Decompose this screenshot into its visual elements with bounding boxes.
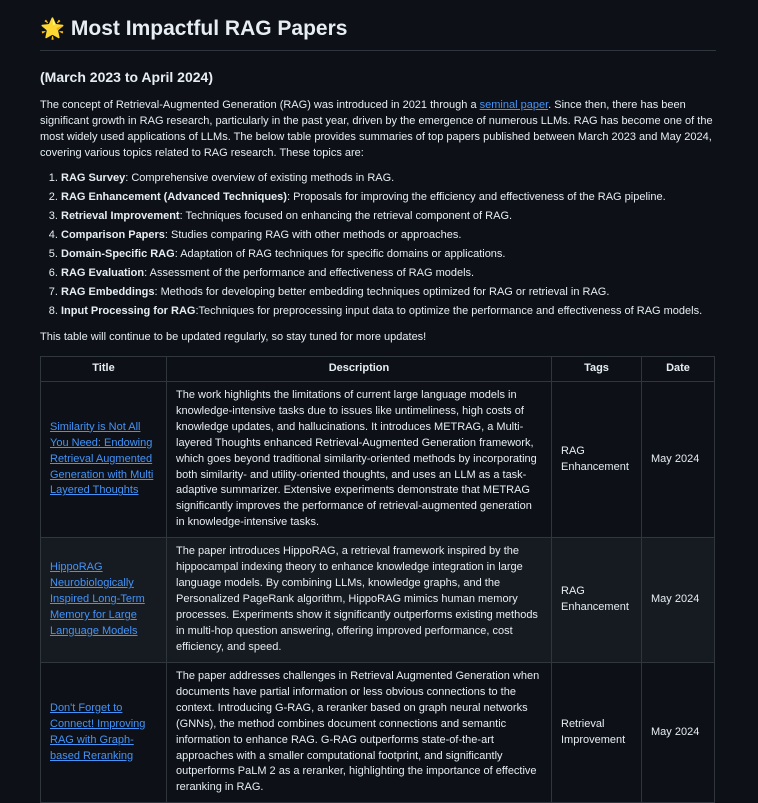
description-cell: The paper addresses challenges in Retrie… [166,661,552,803]
column-header-tags: Tags [551,355,642,382]
tags-cell: RAG Enhancement [551,537,642,663]
topic-list: RAG Survey: Comprehensive overview of ex… [40,171,716,320]
date-cell: May 2024 [641,380,715,539]
list-item: RAG Embeddings: Methods for developing b… [61,285,716,301]
paper-link[interactable]: Don't Forget to Connect! Improving RAG w… [50,702,145,762]
topic-name: Input Processing for RAG [61,305,196,318]
topic-name: RAG Survey [61,172,126,185]
tags-cell: RAG Enhancement [551,380,642,539]
list-item: RAG Evaluation: Assessment of the perfor… [61,266,716,282]
list-item: RAG Enhancement (Advanced Techniques): P… [61,190,716,206]
intro-text-1: The concept of Retrieval-Augmented Gener… [40,98,480,111]
readme-content: 🌟 Most Impactful RAG Papers (March 2023 … [0,0,758,803]
topic-text: :Techniques for preprocessing input data… [195,305,703,318]
topic-name: Comparison Papers [61,229,165,242]
topic-text: : Techniques focused on enhancing the re… [179,210,513,223]
topic-text: : Adaptation of RAG techniques for speci… [174,248,506,261]
subtitle: (March 2023 to April 2024) [40,69,213,86]
list-item: Comparison Papers: Studies comparing RAG… [61,228,716,244]
paper-link[interactable]: HippoRAG Neurobiologically Inspired Long… [50,561,145,637]
topic-text: : Assessment of the performance and effe… [144,267,475,280]
column-header-date: Date [641,355,715,382]
table-row: Don't Forget to Connect! Improving RAG w… [40,661,715,803]
list-item: Domain-Specific RAG: Adaptation of RAG t… [61,247,716,263]
glowing-star-icon: 🌟 [40,18,65,41]
paper-link[interactable]: Similarity is Not All You Need: Endowing… [50,421,153,497]
papers-table: Title Description Tags Date Similarity i… [40,355,715,803]
seminal-paper-link[interactable]: seminal paper [480,99,549,111]
table-row: HippoRAG Neurobiologically Inspired Long… [40,537,715,663]
date-cell: May 2024 [641,537,715,663]
description-cell: The paper introduces HippoRAG, a retriev… [166,537,552,663]
title-cell: Similarity is Not All You Need: Endowing… [40,380,167,539]
title-cell: HippoRAG Neurobiologically Inspired Long… [40,537,167,663]
title-cell: Don't Forget to Connect! Improving RAG w… [40,661,167,803]
update-note: This table will continue to be updated r… [40,330,427,343]
topic-name: Retrieval Improvement [61,210,180,223]
topic-name: RAG Enhancement (Advanced Techniques) [61,191,287,204]
topic-name: RAG Embeddings [61,286,155,299]
list-item: Retrieval Improvement: Techniques focuse… [61,209,716,225]
list-item: Input Processing for RAG:Techniques for … [61,304,716,320]
page-title: 🌟 Most Impactful RAG Papers [40,14,716,52]
topic-text: : Methods for developing better embeddin… [154,286,610,299]
tags-cell: Retrieval Improvement [551,661,642,803]
description-cell: The work highlights the limitations of c… [166,380,552,539]
column-header-title: Title [40,355,167,382]
table-row: Similarity is Not All You Need: Endowing… [40,380,715,539]
page-title-text: Most Impactful RAG Papers [70,17,348,40]
list-item: RAG Survey: Comprehensive overview of ex… [61,171,716,187]
table-header-row: Title Description Tags Date [40,355,715,382]
topic-text: : Proposals for improving the efficiency… [286,191,666,204]
topic-text: : Studies comparing RAG with other metho… [164,229,462,242]
topic-name: RAG Evaluation [61,267,145,280]
intro-paragraph: The concept of Retrieval-Augmented Gener… [40,98,716,162]
date-cell: May 2024 [641,661,715,803]
topic-name: Domain-Specific RAG [61,248,175,261]
topic-text: : Comprehensive overview of existing met… [125,172,395,185]
column-header-description: Description [166,355,552,382]
